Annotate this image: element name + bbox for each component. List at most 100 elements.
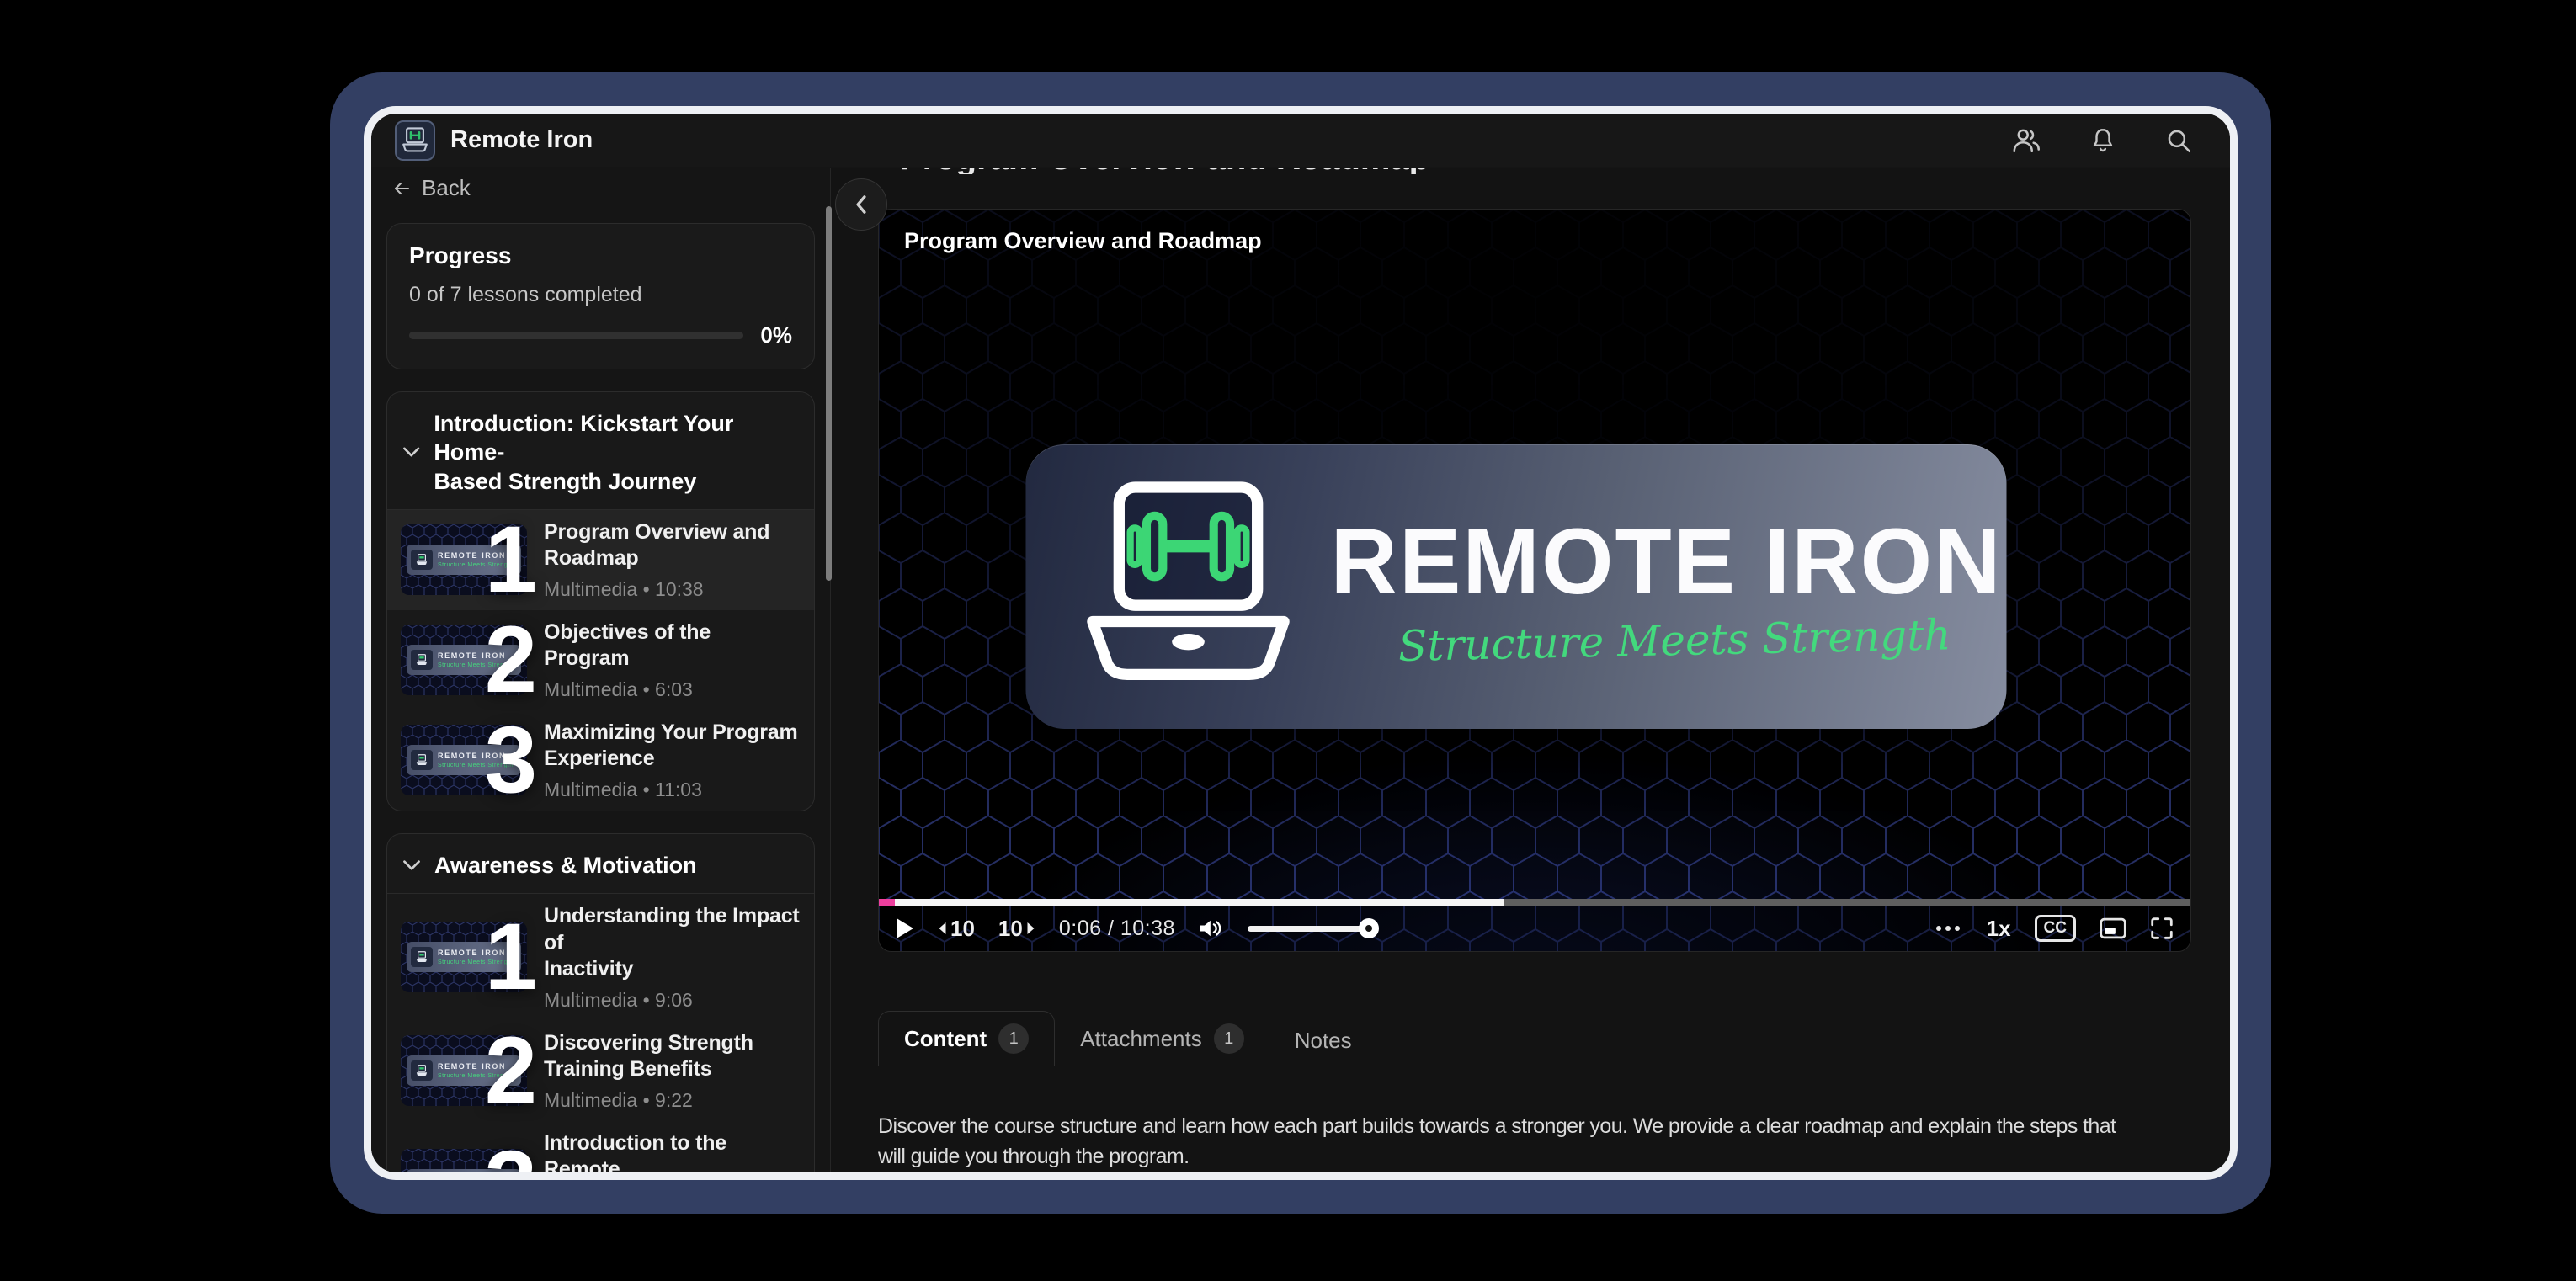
skip-back-button[interactable]: 10: [938, 916, 975, 942]
app-header: Remote Iron: [371, 114, 2230, 167]
volume-knob[interactable]: [1359, 918, 1379, 938]
volume-slider[interactable]: [1248, 926, 1374, 932]
laptop-icon: [411, 1060, 433, 1081]
video-overlay-title: Program Overview and Roadmap: [879, 210, 1287, 273]
lesson-item[interactable]: REMOTE IRON Structure Meets Strength 1 U…: [387, 894, 814, 1021]
lesson-number: 3: [485, 713, 534, 807]
brand-card: REMOTE IRON Structure Meets Strength: [1026, 444, 2007, 729]
lesson-description: Discover the course structure and learn …: [878, 1111, 2230, 1172]
lesson-title: Maximizing Your Program Experience: [544, 720, 797, 773]
tab-badge: 1: [1214, 1023, 1244, 1054]
brand-name: REMOTE IRON: [1331, 508, 1951, 615]
lesson-number: 1: [485, 513, 534, 607]
lesson-thumbnail: REMOTE IRON Structure Meets Strength 2: [401, 1035, 527, 1106]
pip-icon: [2100, 917, 2126, 939]
team-icon[interactable]: [2011, 125, 2041, 156]
section-title: Introduction: Kickstart Your Home- Based…: [434, 409, 799, 496]
lesson-number: 3: [485, 1137, 534, 1172]
app-logo: [395, 120, 435, 161]
video-player[interactable]: Program Overview and Roadmap: [878, 209, 2191, 952]
chevron-down-icon: [402, 445, 420, 459]
lesson-meta: Multimedia • 9:06: [544, 989, 801, 1012]
page-heading-clipped: Program Overview and Roadmap: [900, 168, 1429, 174]
progress-card: Progress 0 of 7 lessons completed 0%: [386, 223, 815, 369]
lesson-meta: Multimedia • 9:22: [544, 1089, 753, 1112]
lesson-title: Program Overview and Roadmap: [544, 519, 769, 572]
lesson-thumbnail: REMOTE IRON Structure Meets Strength 3: [401, 1149, 527, 1172]
progress-loaded: [895, 899, 1504, 906]
progress-bar: [409, 332, 743, 339]
pip-button[interactable]: [2100, 917, 2126, 939]
laptop-dumbbell-icon: [400, 127, 430, 153]
lesson-thumbnail: REMOTE IRON Structure Meets Strength 1: [401, 922, 527, 992]
sidebar-scrollbar[interactable]: [826, 206, 832, 581]
tab-label: Content: [904, 1026, 987, 1052]
video-controls: 10 10 0:06 / 10:38: [879, 899, 2190, 951]
fullscreen-button[interactable]: [2150, 917, 2174, 940]
page: { "app": { "title": "Remote Iron" }, "br…: [0, 0, 2576, 1281]
course-sidebar: Back Progress 0 of 7 lessons completed 0…: [371, 168, 831, 1172]
play-button[interactable]: [896, 917, 914, 939]
skip-forward-button[interactable]: 10: [998, 916, 1035, 942]
play-icon: [896, 917, 914, 939]
laptop-icon: [411, 750, 433, 770]
course-section-card: Awareness & Motivation: [386, 833, 815, 1172]
app-screen: Remote Iron: [371, 114, 2230, 1172]
tab-badge: 1: [998, 1023, 1029, 1054]
progress-subtitle: 0 of 7 lessons completed: [409, 283, 792, 307]
tab-notes[interactable]: Notes: [1269, 1016, 1377, 1066]
lesson-meta: Multimedia • 11:03: [544, 779, 797, 801]
volume-button[interactable]: [1199, 917, 1224, 939]
controls-row: 10 10 0:06 / 10:38: [879, 906, 2190, 951]
progress-played: [879, 899, 895, 906]
back-button[interactable]: Back: [386, 175, 815, 201]
arrow-left-icon: [391, 178, 412, 199]
section-header[interactable]: Awareness & Motivation: [387, 834, 814, 893]
lesson-meta: Multimedia • 6:03: [544, 678, 801, 701]
chevron-left-icon: [852, 194, 870, 215]
brand-text: REMOTE IRON Structure Meets Strength: [1331, 508, 2007, 666]
section-title: Awareness & Motivation: [434, 851, 697, 880]
video-progress-bar[interactable]: [879, 899, 2190, 906]
tabs-bar: Content 1 Attachments 1 Notes: [878, 1011, 2192, 1066]
lesson-item[interactable]: REMOTE IRON Structure Meets Strength 2 O…: [387, 610, 814, 710]
tab-content[interactable]: Content 1: [878, 1011, 1055, 1066]
lesson-title: Understanding the Impact of Inactivity: [544, 903, 801, 983]
lesson-title: Objectives of the Program: [544, 619, 801, 672]
tab-label: Notes: [1295, 1028, 1352, 1054]
lesson-meta: Multimedia • 10:38: [544, 578, 769, 601]
laptop-icon: [411, 550, 433, 570]
section-header[interactable]: Introduction: Kickstart Your Home- Based…: [387, 392, 814, 509]
captions-button[interactable]: CC: [2035, 915, 2076, 942]
lesson-title: Discovering Strength Training Benefits: [544, 1030, 753, 1083]
lesson-thumbnail: REMOTE IRON Structure Meets Strength 1: [401, 524, 527, 595]
device-bezel: Remote Iron: [364, 106, 2238, 1180]
main-content: Program Overview and Roadmap Program Ove…: [831, 168, 2230, 1172]
lesson-item[interactable]: REMOTE IRON Structure Meets Strength 3 M…: [387, 710, 814, 811]
more-options-icon[interactable]: [1933, 926, 1963, 931]
brand-laptop-icon: [1067, 481, 1311, 694]
progress-title: Progress: [409, 242, 792, 269]
lesson-item[interactable]: REMOTE IRON Structure Meets Strength 1 P…: [387, 510, 814, 610]
time-display: 0:06 / 10:38: [1059, 917, 1175, 941]
fullscreen-icon: [2150, 917, 2174, 940]
lesson-thumbnail: REMOTE IRON Structure Meets Strength 2: [401, 625, 527, 695]
lesson-item[interactable]: REMOTE IRON Structure Meets Strength 3 I…: [387, 1121, 814, 1172]
body-row: Back Progress 0 of 7 lessons completed 0…: [371, 168, 2230, 1172]
search-icon[interactable]: [2164, 126, 2193, 155]
laptop-icon: [411, 947, 433, 967]
brand-tagline: Structure Meets Strength: [1330, 610, 1951, 672]
collapse-sidebar-button[interactable]: [835, 178, 887, 231]
lesson-item[interactable]: REMOTE IRON Structure Meets Strength 2 D…: [387, 1021, 814, 1121]
chevron-down-icon: [402, 858, 421, 872]
lesson-number: 2: [485, 613, 534, 707]
course-section-card: Introduction: Kickstart Your Home- Based…: [386, 391, 815, 811]
tab-label: Attachments: [1080, 1026, 1202, 1052]
bell-icon[interactable]: [2089, 126, 2117, 155]
playback-speed-button[interactable]: 1x: [1987, 916, 2011, 942]
triangle-right-icon: [1026, 922, 1035, 935]
tab-attachments[interactable]: Attachments 1: [1055, 1012, 1269, 1066]
header-icons: [2011, 125, 2206, 156]
lesson-number: 1: [485, 910, 534, 1004]
lesson-number: 2: [485, 1023, 534, 1118]
